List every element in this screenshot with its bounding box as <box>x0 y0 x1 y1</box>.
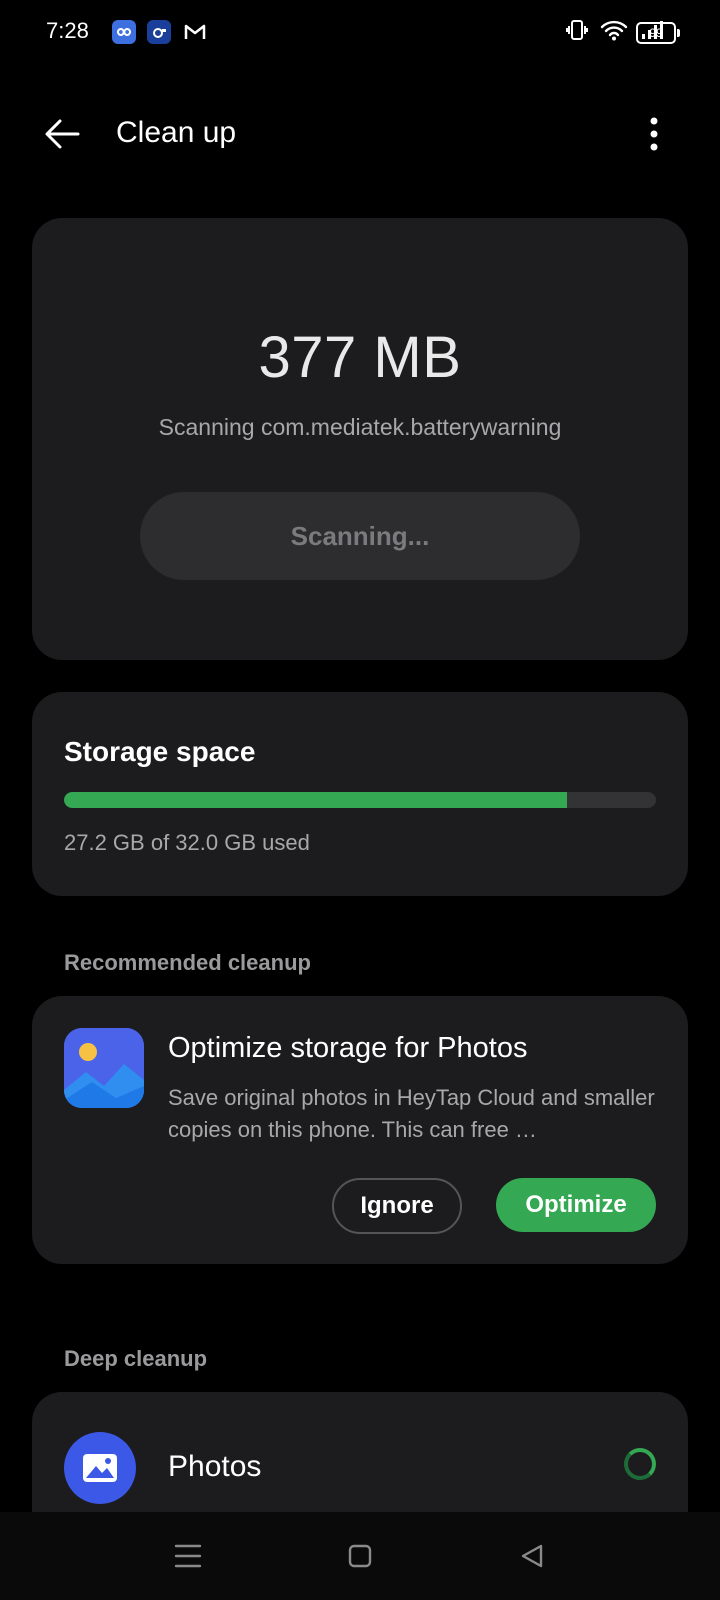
image-icon <box>64 1432 136 1504</box>
page-title: Clean up <box>116 116 237 149</box>
scan-status-text: Scanning com.mediatek.batterywarning <box>158 414 562 440</box>
scan-card: 377 MB Scanning com.mediatek.batterywarn… <box>32 218 688 660</box>
app-bar: Clean up <box>0 96 720 172</box>
junk-size-value: 377 MB <box>258 325 462 390</box>
recommended-cleanup-card: Optimize storage for Photos Save origina… <box>32 996 688 1264</box>
storage-progress-fill <box>64 792 568 808</box>
optimize-button[interactable]: Optimize <box>496 1178 656 1232</box>
recommendation-title: Optimize storage for Photos <box>168 1032 528 1064</box>
storage-card[interactable]: Storage space 27.2 GB of 32.0 GB used <box>32 692 688 896</box>
menu-icon[interactable] <box>166 1534 210 1578</box>
battery-icon: 99 <box>636 22 680 44</box>
storage-title: Storage space <box>64 736 256 767</box>
loading-spinner-icon <box>624 1448 656 1480</box>
status-time: 7:28 <box>46 18 89 43</box>
scanning-button[interactable]: Scanning... <box>140 492 580 580</box>
deep-cleanup-item-title: Photos <box>168 1450 262 1483</box>
deep-cleanup-card: Photos <box>32 1392 688 1512</box>
status-bar: 7:28 99 <box>0 0 720 64</box>
camera-app-icon <box>147 20 171 44</box>
infinity-app-icon <box>112 20 136 44</box>
more-vertical-icon[interactable] <box>646 116 662 152</box>
storage-used-text: 27.2 GB of 32.0 GB used <box>64 830 310 855</box>
photos-app-icon <box>64 1028 144 1108</box>
recommended-cleanup-label: Recommended cleanup <box>64 950 311 975</box>
vibrate-icon <box>566 18 588 47</box>
recommendation-description: Save original photos in HeyTap Cloud and… <box>168 1085 655 1142</box>
wifi-icon <box>600 19 628 46</box>
navigation-bar <box>0 1512 720 1600</box>
gmail-icon <box>183 20 207 44</box>
deep-cleanup-label: Deep cleanup <box>64 1346 208 1371</box>
arrow-left-icon[interactable] <box>40 112 84 156</box>
home-icon[interactable] <box>338 1534 382 1578</box>
ignore-button[interactable]: Ignore <box>332 1178 462 1234</box>
back-triangle-icon[interactable] <box>510 1534 554 1578</box>
storage-progress-bar <box>64 792 656 808</box>
